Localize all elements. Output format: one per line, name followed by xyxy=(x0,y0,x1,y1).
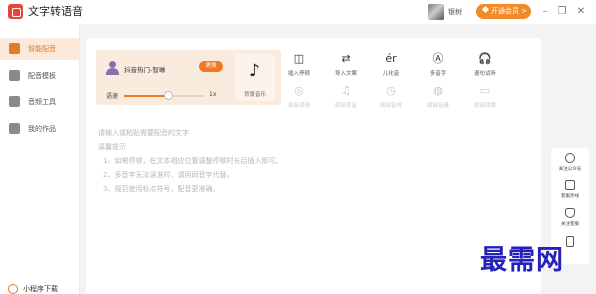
vip-button[interactable]: 开通会员 > xyxy=(476,4,531,19)
template-icon xyxy=(9,70,20,81)
tool-sentence-preview[interactable]: 🎧 退句试听 xyxy=(465,52,505,82)
main-panel: 抖音热门-智琳 更换 语速 1x ♪ 背景音乐 ◫ 插入停顿 ⇄ 导入文案 ér 儿化… xyxy=(86,38,541,294)
title-bar: 文字转语音 银树 开通会员 > – ❐ ✕ xyxy=(0,0,596,24)
speed-label: 语速 xyxy=(106,93,119,100)
local-switch-icon: ▭ xyxy=(479,84,491,97)
local-speed-icon: ◎ xyxy=(294,84,304,97)
app-title: 文字转语音 xyxy=(28,5,83,18)
tool-insert-pause[interactable]: ◫ 插入停顿 xyxy=(279,52,319,82)
headphones-icon: 🎧 xyxy=(478,52,492,65)
tool-local-effect[interactable]: ◷ 局部音效 xyxy=(371,84,411,114)
local-volume-icon: ◍ xyxy=(433,84,443,97)
tool-local-switch[interactable]: ▭ 局部转换 xyxy=(465,84,505,114)
speed-value: 1x xyxy=(209,91,217,98)
phone-icon xyxy=(565,180,575,190)
speed-slider[interactable] xyxy=(124,91,204,100)
tip-line: 3、规范使用标点符号，配音更准确。 xyxy=(103,185,220,193)
sidebar-item-my-works[interactable]: 我的作品 xyxy=(0,118,80,140)
maximize-button[interactable]: ❐ xyxy=(555,4,569,19)
speed-slider-fill xyxy=(124,95,168,97)
tool-label: 儿化音 xyxy=(382,71,400,77)
background-music-label: 背景音乐 xyxy=(243,92,266,98)
float-label: 关注客服 xyxy=(561,222,579,227)
vip-button-label: 开通会员 > xyxy=(491,7,528,15)
voice-card: 抖音热门-智琳 更换 语速 1x ♪ 背景音乐 xyxy=(96,50,281,105)
sidebar-item-templates[interactable]: 配音模板 xyxy=(0,65,80,87)
minimize-button[interactable]: – xyxy=(538,4,552,19)
speed-slider-handle[interactable] xyxy=(164,91,173,100)
import-text-icon: ⇄ xyxy=(341,52,351,65)
user-name[interactable]: 银树 xyxy=(448,5,462,19)
speaker-name: 抖音热门-智琳 xyxy=(124,66,166,74)
tool-label: 局部调速 xyxy=(287,103,310,109)
sidebar-item-audio-tools[interactable]: 音频工具 xyxy=(0,91,80,113)
diamond-icon xyxy=(481,5,490,14)
tool-label: 插入停顿 xyxy=(287,71,310,77)
sidebar-item-label: 我的作品 xyxy=(28,125,56,133)
mini-program-download[interactable]: 小程序下载 xyxy=(8,283,58,294)
audio-tool-icon xyxy=(9,96,20,107)
sidebar-item-smart-dubbing[interactable]: 智能配音 xyxy=(0,38,80,60)
tool-label: 多音字 xyxy=(429,71,447,77)
tool-polyphone[interactable]: Ⓐ 多音字 xyxy=(418,52,458,82)
tool-local-volume[interactable]: ◍ 局部音量 xyxy=(418,84,458,114)
editor-placeholder: 请输入或粘贴需要配音的文字 xyxy=(98,129,189,137)
tool-import-text[interactable]: ⇄ 导入文案 xyxy=(326,52,366,82)
polyphone-icon: Ⓐ xyxy=(432,52,444,65)
tool-local-speed[interactable]: ◎ 局部调速 xyxy=(279,84,319,114)
tip-line: 1、如需停顿，在文本相应位置调整停顿时长后插入即可。 xyxy=(103,157,283,165)
speaker-avatar-icon xyxy=(106,61,119,75)
user-avatar[interactable] xyxy=(428,4,444,20)
mini-program-icon xyxy=(8,284,18,294)
float-label: 客服热线 xyxy=(561,194,579,199)
tool-local-voice[interactable]: ♫ 局部变音 xyxy=(326,84,366,114)
pause-insert-icon: ◫ xyxy=(293,52,305,65)
service-hotline-button[interactable]: 客服热线 xyxy=(551,180,589,208)
tool-label: 局部变音 xyxy=(334,103,357,109)
sidebar-item-label: 配音模板 xyxy=(28,72,56,80)
tool-label: 局部音量 xyxy=(426,103,449,109)
tool-erhua[interactable]: ér 儿化音 xyxy=(371,52,411,82)
tool-label: 局部音效 xyxy=(379,103,402,109)
mobile-icon xyxy=(566,236,574,247)
microphone-icon xyxy=(9,43,20,54)
tool-label: 退句试听 xyxy=(473,71,496,77)
change-speaker-button[interactable]: 更换 xyxy=(199,61,223,72)
background-music-button[interactable]: ♪ 背景音乐 xyxy=(235,54,275,101)
follow-service-button[interactable]: 关注客服 xyxy=(551,208,589,236)
local-voice-icon: ♫ xyxy=(341,84,351,97)
sidebar-item-label: 智能配音 xyxy=(28,45,56,53)
sidebar-item-label: 音频工具 xyxy=(28,98,56,106)
app-logo-icon xyxy=(8,4,23,19)
mini-program-label: 小程序下载 xyxy=(23,285,58,293)
local-effect-icon: ◷ xyxy=(386,84,396,97)
music-note-icon: ♪ xyxy=(249,61,260,81)
support-icon xyxy=(565,208,575,218)
erhua-icon: ér xyxy=(385,52,397,65)
close-button[interactable]: ✕ xyxy=(574,4,588,19)
sidebar: 智能配音 配音模板 音频工具 我的作品 小程序下载 xyxy=(0,24,80,294)
tool-label: 局部转换 xyxy=(473,103,496,109)
text-editor[interactable]: 请输入或粘贴需要配音的文字 温馨提示 1、如需停顿，在文本相应位置调整停顿时长后… xyxy=(98,126,528,196)
tip-line: 2、多音字无法读准时，请用同音字代替。 xyxy=(103,171,234,179)
float-label: 关注公众号 xyxy=(558,167,582,172)
follow-official-account-button[interactable]: 关注公众号 xyxy=(551,153,589,181)
tips-title: 温馨提示 xyxy=(98,143,126,151)
folder-icon xyxy=(9,123,20,134)
tool-label: 导入文案 xyxy=(334,71,357,77)
watermark: 最需网 xyxy=(480,245,564,276)
chat-icon xyxy=(565,153,575,163)
